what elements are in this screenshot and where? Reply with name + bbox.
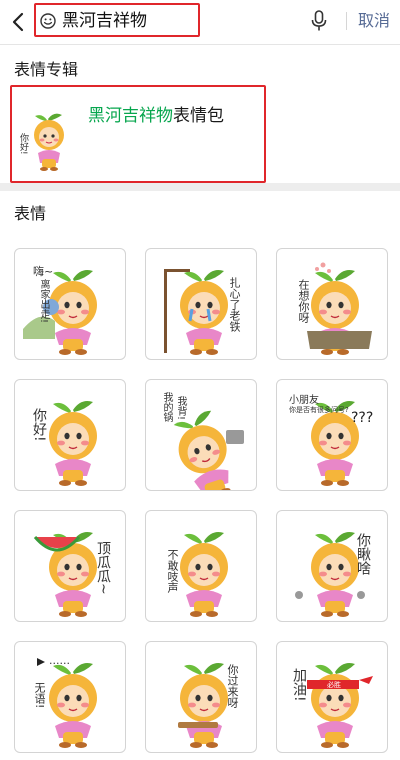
sticker-tile[interactable]: 嗨~ 离家出走! bbox=[14, 248, 126, 360]
album-name-suffix: 表情包 bbox=[173, 106, 224, 126]
sticker-tile[interactable]: 小朋友 你是否有很多问号? ??? bbox=[276, 379, 388, 491]
mascot-silent-sticker bbox=[179, 531, 229, 618]
sticker-tile[interactable]: 你过来呀 bbox=[145, 641, 257, 753]
sticker-tile[interactable]: 必胜 加油! bbox=[276, 641, 388, 753]
sticker-tile[interactable]: 你瞅啥 bbox=[276, 510, 388, 622]
search-input[interactable]: 黑河吉祥物 bbox=[34, 3, 200, 37]
mascot-thinking-sticker bbox=[307, 262, 372, 356]
album-name: 黑河吉祥物表情包 bbox=[88, 105, 224, 127]
sticker-caption: 不敢吱声 bbox=[166, 549, 179, 593]
album-section-title: 表情专辑 bbox=[14, 60, 79, 79]
sticker-caption: ??? bbox=[351, 410, 374, 426]
section-separator bbox=[0, 183, 400, 191]
sticker-caption: 离家出走! bbox=[38, 279, 49, 324]
sticker-section-title: 表情 bbox=[14, 204, 47, 223]
sticker-caption: ...... bbox=[49, 654, 70, 667]
sticker-caption: 顶瓜瓜~ bbox=[95, 541, 111, 595]
sticker-caption: 扎心了老铁 bbox=[228, 277, 241, 332]
mascot-speechless-sticker bbox=[37, 658, 98, 749]
album-name-highlight: 黑河吉祥物 bbox=[88, 106, 173, 126]
back-arrow-icon[interactable] bbox=[8, 10, 28, 34]
search-query-text: 黑河吉祥物 bbox=[62, 11, 147, 31]
sticker-caption: 加油! bbox=[291, 668, 307, 702]
mascot-come-here-sticker bbox=[178, 662, 229, 749]
emoji-face-icon[interactable] bbox=[40, 13, 56, 29]
sticker-tile[interactable]: 你好! bbox=[14, 379, 126, 491]
sticker-caption: 必胜 bbox=[327, 681, 341, 689]
sticker-tile[interactable]: 我的锅 我背! bbox=[145, 379, 257, 491]
sticker-tile[interactable]: 不敢吱声 bbox=[145, 510, 257, 622]
sticker-caption: 我背! bbox=[175, 396, 186, 421]
album-card[interactable]: 你好! 黑河吉祥物表情包 bbox=[10, 85, 266, 183]
album-thumb-caption: 你好! bbox=[18, 133, 28, 155]
divider bbox=[346, 12, 347, 30]
sticker-tile[interactable]: 扎心了老铁 bbox=[145, 248, 257, 360]
microphone-icon[interactable] bbox=[310, 10, 328, 32]
sticker-tile[interactable]: 顶瓜瓜~ bbox=[14, 510, 126, 622]
sticker-caption: 我的锅 bbox=[161, 392, 172, 422]
sticker-caption: 在想你呀 bbox=[297, 279, 310, 323]
sticker-caption: 你是否有很多问号? bbox=[289, 406, 349, 414]
divider bbox=[0, 44, 400, 45]
sticker-tile[interactable]: 在想你呀 bbox=[276, 248, 388, 360]
sticker-caption: 嗨~ bbox=[33, 265, 54, 278]
sticker-caption: 你过来呀 bbox=[226, 664, 239, 708]
mascot-runaway-sticker bbox=[23, 269, 98, 356]
cancel-button[interactable]: 取消 bbox=[358, 11, 390, 31]
sticker-caption: 你瞅啥 bbox=[355, 533, 371, 575]
search-bar: 黑河吉祥物 取消 bbox=[0, 0, 400, 44]
sticker-caption: 无语! bbox=[33, 682, 46, 709]
sticker-tile[interactable]: ...... 无语! bbox=[14, 641, 126, 753]
sticker-caption: 你好! bbox=[31, 408, 47, 442]
